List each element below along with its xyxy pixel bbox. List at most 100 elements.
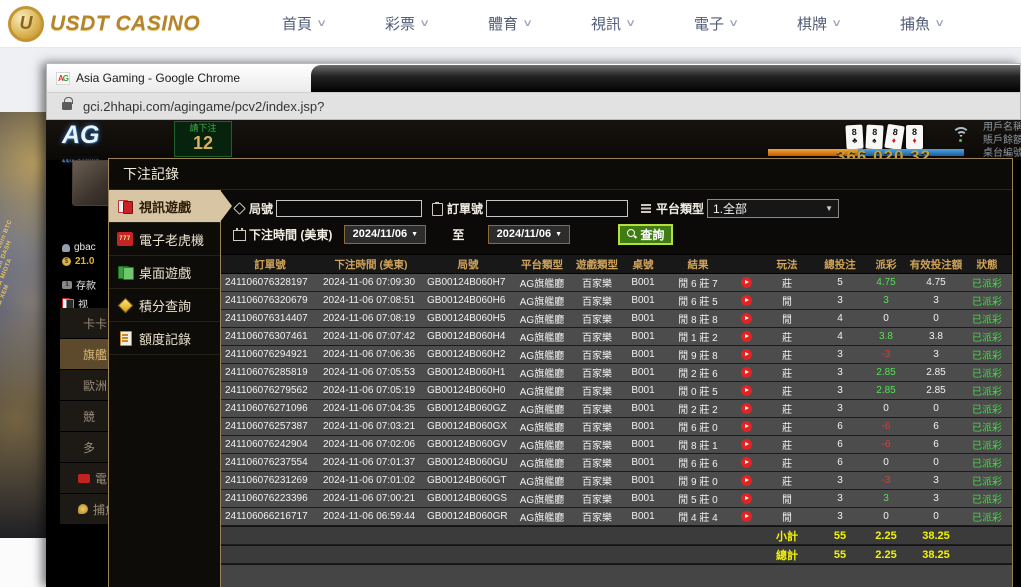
order-number: 241106076257387	[221, 421, 319, 432]
ag-favicon: AG	[56, 72, 70, 85]
payout: 0	[865, 457, 907, 468]
nav-item[interactable]: 體育 ∨	[458, 13, 561, 34]
platform-label: 平台類型	[640, 200, 704, 217]
modal-menu-item[interactable]: 桌面遊戲	[109, 256, 220, 289]
bet-time: 2024-11-06 07:05:19	[319, 385, 423, 396]
play-video-icon[interactable]	[741, 349, 752, 360]
col-platform: 平台類型	[513, 257, 571, 272]
nav-item[interactable]: 首頁 ∨	[252, 13, 355, 34]
lock-icon[interactable]	[62, 102, 72, 110]
nav-item[interactable]: 電子 ∨	[664, 13, 767, 34]
play-video-icon[interactable]	[741, 295, 752, 306]
order-number: 241106076237554	[221, 457, 319, 468]
play-video-icon[interactable]	[741, 511, 752, 522]
payout: -3	[865, 475, 907, 486]
nav-item[interactable]: 棋牌 ∨	[767, 13, 870, 34]
nav-item-label: 電子	[694, 13, 724, 34]
modal-menu-item[interactable]: 積分查詢	[109, 289, 220, 322]
play-video-icon[interactable]	[741, 421, 752, 432]
play-video-icon[interactable]	[741, 403, 752, 414]
game-type: 百家樂	[571, 455, 623, 470]
platform-type: AG旗艦廳	[513, 383, 571, 398]
window-titlebar[interactable]: AG Asia Gaming - Google Chrome	[46, 63, 1021, 92]
total-bet: 3	[815, 403, 865, 414]
col-bet-type: 玩法	[759, 257, 815, 272]
valid-bet: 3	[907, 475, 965, 486]
table-row: 241106076271096 2024-11-06 07:04:35 GB00…	[221, 400, 1012, 418]
valid-bet: 0	[907, 511, 965, 522]
platform-type: AG旗艦廳	[513, 419, 571, 434]
address-bar[interactable]: gci.2hhapi.com/agingame/pcv2/index.jsp?	[46, 92, 1021, 120]
table-row: 241106076294921 2024-11-06 07:06:36 GB00…	[221, 346, 1012, 364]
play-video-icon[interactable]	[741, 277, 752, 288]
result: 閒 2 莊 6	[663, 365, 733, 380]
platform-select[interactable]: 1.全部▼	[707, 199, 839, 218]
modal-menu-item[interactable]: 777 電子老虎機	[109, 223, 220, 256]
bet-type: 莊	[759, 275, 815, 290]
play-video-icon[interactable]	[741, 475, 752, 486]
nav-item[interactable]: 視訊 ∨	[561, 13, 664, 34]
payout: -6	[865, 439, 907, 450]
valid-bet: 2.85	[907, 367, 965, 378]
status-badge: 已派彩	[965, 419, 1009, 434]
play-video-icon[interactable]	[741, 367, 752, 378]
order-number: 241106076307461	[221, 331, 319, 342]
round-number: GB00124B060GX	[423, 421, 513, 432]
status-badge: 已派彩	[965, 509, 1009, 524]
result: 閒 5 莊 0	[663, 491, 733, 506]
platform-type: AG旗艦廳	[513, 509, 571, 524]
order-number: 241106076279562	[221, 385, 319, 396]
total-bet: 3	[815, 475, 865, 486]
result: 閒 6 莊 5	[663, 293, 733, 308]
date-from-select[interactable]: 2024/11/06▼	[344, 225, 426, 244]
bet-time: 2024-11-06 07:08:51	[319, 295, 423, 306]
valid-bet: 3	[907, 349, 965, 360]
playing-card: 8 ♠	[865, 125, 883, 150]
play-video-icon[interactable]	[741, 439, 752, 450]
play-video-icon[interactable]	[741, 493, 752, 504]
bet-type: 閒	[759, 293, 815, 308]
valid-bet: 0	[907, 457, 965, 468]
play-video-icon[interactable]	[741, 331, 752, 342]
table-number: B001	[623, 277, 663, 288]
game-type: 百家樂	[571, 311, 623, 326]
table-row: 241106076328197 2024-11-06 07:09:30 GB00…	[221, 274, 1012, 292]
order-input[interactable]	[486, 200, 628, 217]
platform-type: AG旗艦廳	[513, 455, 571, 470]
table-row: 241106076314407 2024-11-06 07:08:19 GB00…	[221, 310, 1012, 328]
bet-time: 2024-11-06 07:09:30	[319, 277, 423, 288]
table-row: 241106076257387 2024-11-06 07:03:21 GB00…	[221, 418, 1012, 436]
grand-total-label: 總計	[759, 547, 815, 563]
menu-item-label: 積分查詢	[139, 296, 191, 315]
calendar-icon	[233, 228, 245, 240]
nav-item[interactable]: 捕魚 ∨	[870, 13, 973, 34]
game-type: 百家樂	[571, 275, 623, 290]
total-bet: 4	[815, 331, 865, 342]
play-video-icon[interactable]	[741, 385, 752, 396]
valid-bet: 3.8	[907, 331, 965, 342]
grand-total-valid-bet: 38.25	[907, 549, 965, 561]
bet-type: 閒	[759, 491, 815, 506]
page-side-art: Bitcoin BTCDash DASHIOTA MIOTANEM XEM	[0, 63, 46, 587]
chevron-down-icon: ∨	[316, 18, 327, 29]
date-to-select[interactable]: 2024/11/06▼	[488, 225, 570, 244]
round-number: GB00124B060H7	[423, 277, 513, 288]
search-button[interactable]: 查詢	[618, 224, 673, 245]
modal-menu-item[interactable]: 視訊遊戲	[109, 190, 220, 223]
nav-item[interactable]: 彩票 ∨	[355, 13, 458, 34]
deposit-fragment[interactable]: 1存款	[62, 277, 96, 292]
table-info-label: 用戶名稱	[983, 121, 1021, 134]
play-video-icon[interactable]	[741, 457, 752, 468]
bet-time: 2024-11-06 07:04:35	[319, 403, 423, 414]
platform-type: AG旗艦廳	[513, 491, 571, 506]
chevron-down-icon: ∨	[831, 18, 842, 29]
round-number: GB00124B060H4	[423, 331, 513, 342]
site-logo[interactable]: U USDT CASINO	[8, 6, 200, 42]
bet-time: 2024-11-06 07:01:37	[319, 457, 423, 468]
play-video-icon[interactable]	[741, 313, 752, 324]
platform-type: AG旗艦廳	[513, 293, 571, 308]
modal-menu-item[interactable]: 額度記錄	[109, 322, 220, 355]
url-text[interactable]: gci.2hhapi.com/agingame/pcv2/index.jsp?	[83, 99, 324, 114]
col-valid-bet: 有效投注額	[907, 257, 965, 272]
round-input[interactable]	[276, 200, 422, 217]
